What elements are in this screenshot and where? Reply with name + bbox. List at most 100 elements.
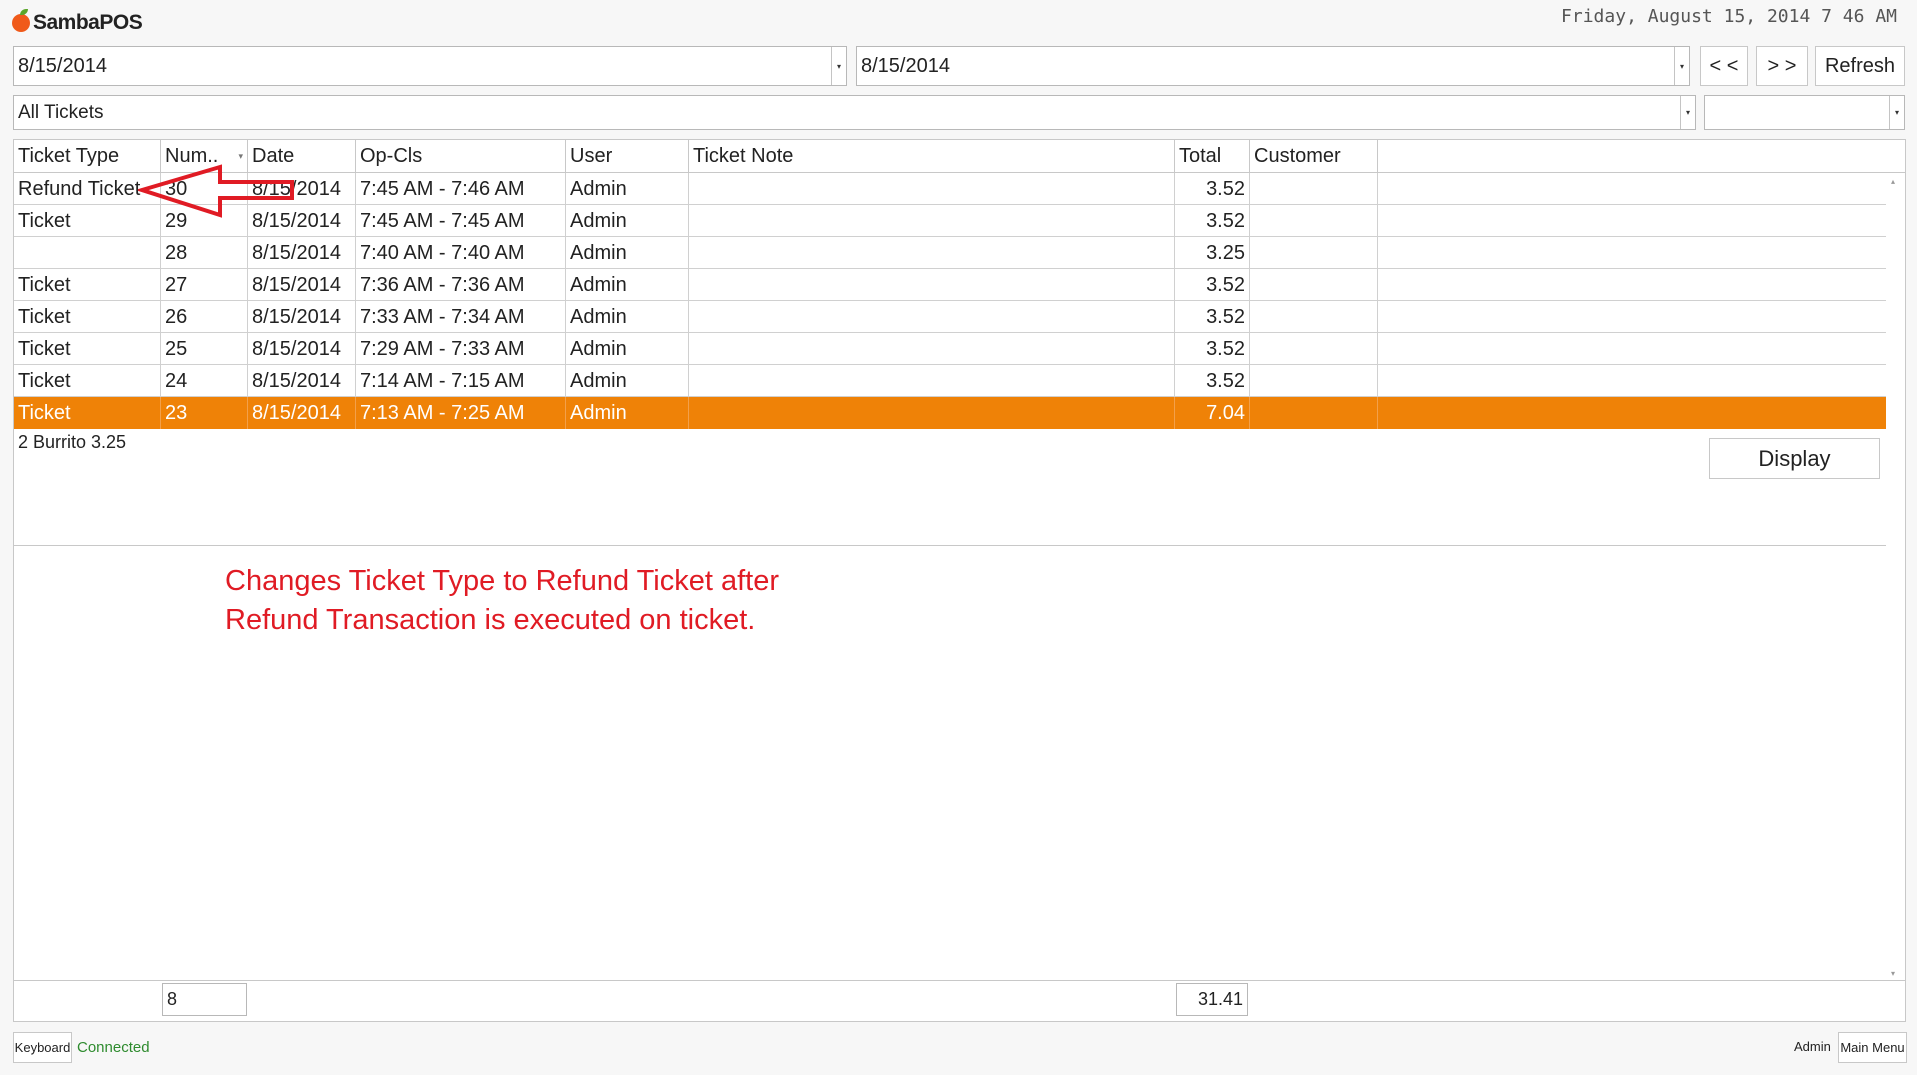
cell-number: 28 (161, 237, 248, 269)
table-row[interactable]: Ticket 27 8/15/2014 7:36 AM - 7:36 AM Admin 3… (14, 269, 1886, 301)
refresh-button[interactable]: Refresh (1815, 46, 1905, 86)
cell-customer (1250, 237, 1378, 269)
current-user-label: Admin (1794, 1039, 1831, 1054)
cell-ticket-note (689, 333, 1175, 365)
annotation-line-2: Refund Transaction is executed on ticket… (225, 604, 756, 636)
cell-ticket-note (689, 301, 1175, 333)
cell-filler (1378, 269, 1886, 301)
cell-date: 8/15/2014 (248, 301, 356, 333)
ticket-detail-line: 2 Burrito 3.25 (18, 432, 127, 452)
column-header-user[interactable]: User (566, 140, 689, 173)
cell-user: Admin (566, 301, 689, 333)
grid-footer: 8 31.41 (14, 980, 1905, 1021)
end-date-picker[interactable]: 8/15/2014 ▾ (856, 46, 1690, 86)
dropdown-arrow-icon[interactable]: ▾ (1889, 96, 1904, 129)
keyboard-button[interactable]: Keyboard (13, 1032, 72, 1063)
column-header-ticket-note[interactable]: Ticket Note (689, 140, 1175, 173)
display-button[interactable]: Display (1709, 438, 1880, 479)
table-row[interactable]: Ticket 26 8/15/2014 7:33 AM - 7:34 AM Admin 3… (14, 301, 1886, 333)
cell-filler (1378, 301, 1886, 333)
cell-user: Admin (566, 397, 689, 429)
table-row[interactable]: Ticket 23 8/15/2014 7:13 AM - 7:25 AM Admin 7… (14, 397, 1886, 429)
cell-ticket-type: Ticket (14, 365, 161, 397)
cell-total: 3.52 (1175, 269, 1250, 301)
cell-customer (1250, 173, 1378, 205)
footer-ticket-count: 8 (162, 983, 247, 1016)
dropdown-arrow-icon[interactable]: ▾ (1674, 47, 1689, 85)
start-date-picker[interactable]: 8/15/2014 ▾ (13, 46, 847, 86)
previous-button[interactable]: < < (1700, 46, 1748, 86)
column-header-customer[interactable]: Customer (1250, 140, 1378, 173)
cell-customer (1250, 301, 1378, 333)
cell-ticket-note (689, 173, 1175, 205)
annotation-text: Changes Ticket Type to Refund Ticket aft… (225, 562, 779, 640)
ticket-filter-select[interactable]: All Tickets ▾ (13, 95, 1696, 130)
cell-ticket-note (689, 237, 1175, 269)
cell-total: 3.52 (1175, 333, 1250, 365)
cell-ticket-type: Ticket (14, 333, 161, 365)
cell-total: 3.52 (1175, 365, 1250, 397)
main-menu-button[interactable]: Main Menu (1838, 1032, 1907, 1063)
cell-op-cls: 7:14 AM - 7:15 AM (356, 365, 566, 397)
cell-customer (1250, 205, 1378, 237)
cell-user: Admin (566, 173, 689, 205)
cell-user: Admin (566, 269, 689, 301)
cell-ticket-type: Ticket (14, 301, 161, 333)
dropdown-arrow-icon[interactable]: ▾ (831, 47, 846, 85)
cell-customer (1250, 397, 1378, 429)
cell-op-cls: 7:45 AM - 7:45 AM (356, 205, 566, 237)
cell-ticket-type (14, 237, 161, 269)
cell-op-cls: 7:45 AM - 7:46 AM (356, 173, 566, 205)
annotation-line-1: Changes Ticket Type to Refund Ticket aft… (225, 565, 779, 597)
cell-ticket-note (689, 205, 1175, 237)
cell-filler (1378, 365, 1886, 397)
vertical-scrollbar[interactable]: ▴ ▾ (1886, 173, 1905, 980)
table-row[interactable]: Ticket 25 8/15/2014 7:29 AM - 7:33 AM Admin 3… (14, 333, 1886, 365)
cell-filler (1378, 397, 1886, 429)
cell-op-cls: 7:29 AM - 7:33 AM (356, 333, 566, 365)
ticket-detail-panel: 2 Burrito 3.25 Display (14, 430, 1886, 546)
scroll-down-icon[interactable]: ▾ (1891, 969, 1895, 978)
dropdown-arrow-icon[interactable]: ▾ (1680, 96, 1695, 129)
cell-date: 8/15/2014 (248, 269, 356, 301)
cell-date: 8/15/2014 (248, 333, 356, 365)
cell-date: 8/15/2014 (248, 365, 356, 397)
secondary-filter-select[interactable]: ▾ (1704, 95, 1905, 130)
cell-filler (1378, 237, 1886, 269)
cell-filler (1378, 205, 1886, 237)
table-row[interactable]: Ticket 24 8/15/2014 7:14 AM - 7:15 AM Admin 3… (14, 365, 1886, 397)
cell-ticket-type: Ticket (14, 397, 161, 429)
column-header-filler (1378, 140, 1905, 173)
clock: Friday, August 15, 2014 7 46 AM (1561, 6, 1897, 27)
end-date-value: 8/15/2014 (861, 54, 950, 77)
cell-user: Admin (566, 205, 689, 237)
cell-date: 8/15/2014 (248, 397, 356, 429)
app-logo-text: SambaPOS (33, 11, 143, 34)
scroll-up-icon[interactable]: ▴ (1891, 177, 1895, 186)
cell-filler (1378, 173, 1886, 205)
cell-ticket-type: Ticket (14, 269, 161, 301)
cell-ticket-note (689, 397, 1175, 429)
next-button[interactable]: > > (1756, 46, 1808, 86)
cell-op-cls: 7:36 AM - 7:36 AM (356, 269, 566, 301)
column-header-op-cls[interactable]: Op-Cls (356, 140, 566, 173)
cell-ticket-note (689, 365, 1175, 397)
cell-date: 8/15/2014 (248, 237, 356, 269)
cell-op-cls: 7:33 AM - 7:34 AM (356, 301, 566, 333)
ticket-filter-value: All Tickets (18, 101, 104, 123)
app-logo: SambaPOS (12, 8, 143, 38)
cell-number: 27 (161, 269, 248, 301)
cell-ticket-note (689, 269, 1175, 301)
cell-number: 24 (161, 365, 248, 397)
cell-number: 23 (161, 397, 248, 429)
footer-total: 31.41 (1176, 983, 1248, 1016)
cell-customer (1250, 365, 1378, 397)
cell-total: 7.04 (1175, 397, 1250, 429)
column-header-total[interactable]: Total (1175, 140, 1250, 173)
cell-filler (1378, 333, 1886, 365)
cell-total: 3.52 (1175, 301, 1250, 333)
cell-number: 25 (161, 333, 248, 365)
table-row[interactable]: 28 8/15/2014 7:40 AM - 7:40 AM Admin 3.25 (14, 237, 1886, 269)
annotation-arrow-icon (138, 164, 294, 218)
cell-total: 3.25 (1175, 237, 1250, 269)
